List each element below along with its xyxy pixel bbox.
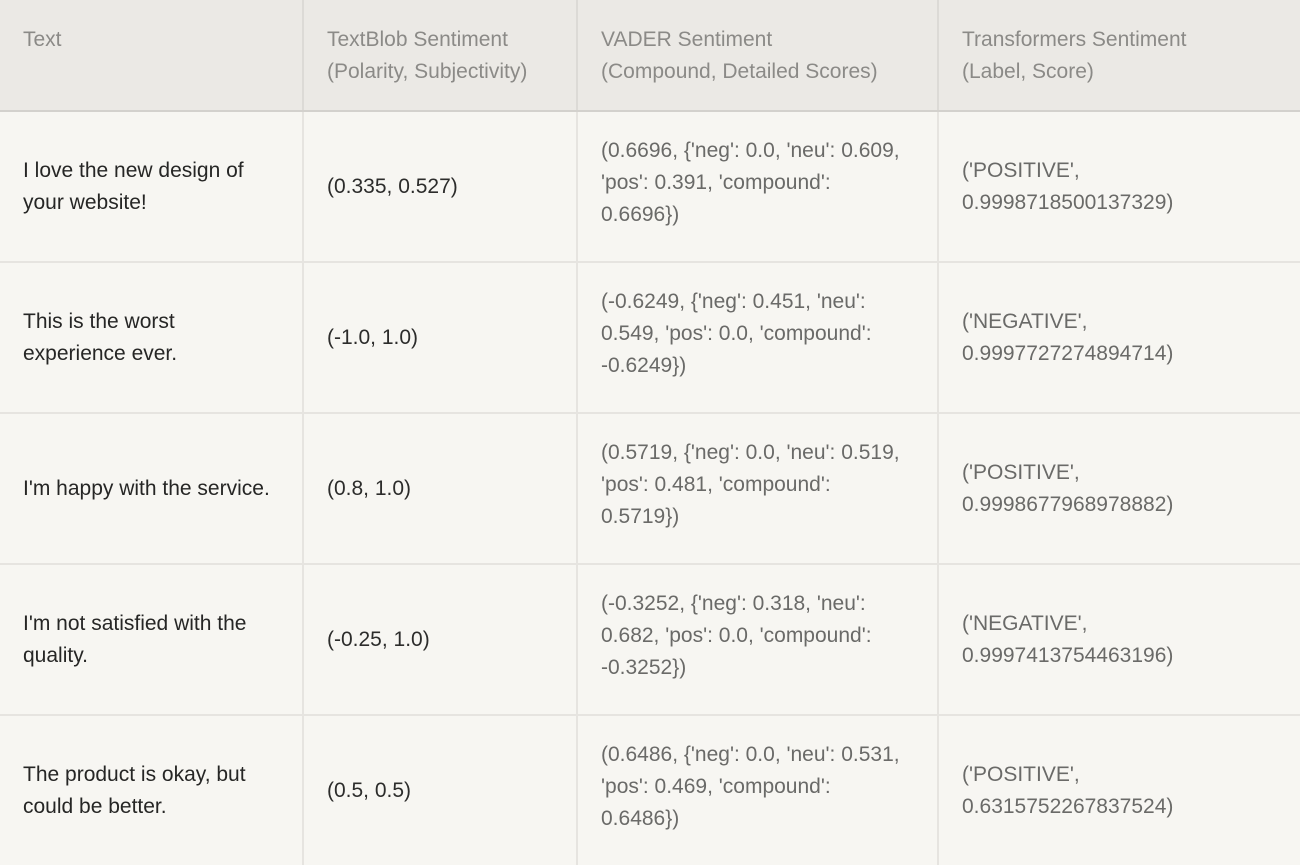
- column-header-transformers[interactable]: Transformers Sentiment (Label, Score): [938, 0, 1300, 112]
- cell-transformers: ('POSITIVE', 0.9998677968978882): [938, 413, 1300, 565]
- cell-vader: (-0.3252, {'neg': 0.318, 'neu': 0.682, '…: [577, 564, 939, 716]
- transformers-label: ('POSITIVE',: [962, 158, 1080, 182]
- cell-vader: (0.6696, {'neg': 0.0, 'neu': 0.609, 'pos…: [577, 111, 939, 263]
- cell-textblob: (-0.25, 1.0): [303, 564, 578, 716]
- column-header-textblob[interactable]: TextBlob Sentiment (Polarity, Subjectivi…: [303, 0, 578, 112]
- sentiment-comparison-table: Text TextBlob Sentiment (Polarity, Subje…: [0, 0, 1300, 865]
- table-row: I'm not satisfied with the quality. (-0.…: [0, 564, 1300, 716]
- cell-vader: (-0.6249, {'neg': 0.451, 'neu': 0.549, '…: [577, 262, 939, 414]
- cell-text: This is the worst experience ever.: [0, 262, 304, 414]
- transformers-score: 0.9998718500137329): [962, 190, 1174, 214]
- table-row: I'm happy with the service. (0.8, 1.0) (…: [0, 413, 1300, 565]
- column-header-vader[interactable]: VADER Sentiment (Compound, Detailed Scor…: [577, 0, 939, 112]
- cell-text: I'm not satisfied with the quality.: [0, 564, 304, 716]
- table-row: The product is okay, but could be better…: [0, 715, 1300, 865]
- table-row: I love the new design of your website! (…: [0, 111, 1300, 263]
- column-header-subtitle: (Compound, Detailed Scores): [601, 60, 878, 83]
- column-header-text[interactable]: Text: [0, 0, 304, 112]
- table-row: This is the worst experience ever. (-1.0…: [0, 262, 1300, 414]
- cell-transformers: ('NEGATIVE', 0.9997727274894714): [938, 262, 1300, 414]
- transformers-label: ('POSITIVE',: [962, 762, 1080, 786]
- transformers-score: 0.9997727274894714): [962, 341, 1174, 365]
- cell-textblob: (0.8, 1.0): [303, 413, 578, 565]
- column-header-title: Transformers Sentiment: [962, 28, 1187, 51]
- cell-textblob: (0.5, 0.5): [303, 715, 578, 865]
- cell-textblob: (0.335, 0.527): [303, 111, 578, 263]
- column-header-subtitle: (Polarity, Subjectivity): [327, 60, 528, 83]
- transformers-label: ('POSITIVE',: [962, 460, 1080, 484]
- column-header-title: TextBlob Sentiment: [327, 28, 508, 51]
- cell-textblob: (-1.0, 1.0): [303, 262, 578, 414]
- cell-text: I'm happy with the service.: [0, 413, 304, 565]
- cell-text: The product is okay, but could be better…: [0, 715, 304, 865]
- cell-text: I love the new design of your website!: [0, 111, 304, 263]
- cell-transformers: ('POSITIVE', 0.9998718500137329): [938, 111, 1300, 263]
- cell-transformers: ('NEGATIVE', 0.9997413754463196): [938, 564, 1300, 716]
- transformers-label: ('NEGATIVE',: [962, 309, 1088, 333]
- column-header-title: VADER Sentiment: [601, 28, 773, 51]
- cell-transformers: ('POSITIVE', 0.6315752267837524): [938, 715, 1300, 865]
- table-header: Text TextBlob Sentiment (Polarity, Subje…: [0, 0, 1300, 112]
- header-row: Text TextBlob Sentiment (Polarity, Subje…: [0, 0, 1300, 112]
- transformers-score: 0.9998677968978882): [962, 492, 1174, 516]
- transformers-label: ('NEGATIVE',: [962, 611, 1088, 635]
- transformers-score: 0.6315752267837524): [962, 794, 1174, 818]
- table-body: I love the new design of your website! (…: [0, 111, 1300, 865]
- column-header-title: Text: [23, 28, 62, 51]
- cell-vader: (0.5719, {'neg': 0.0, 'neu': 0.519, 'pos…: [577, 413, 939, 565]
- column-header-subtitle: (Label, Score): [962, 60, 1094, 83]
- transformers-score: 0.9997413754463196): [962, 643, 1174, 667]
- cell-vader: (0.6486, {'neg': 0.0, 'neu': 0.531, 'pos…: [577, 715, 939, 865]
